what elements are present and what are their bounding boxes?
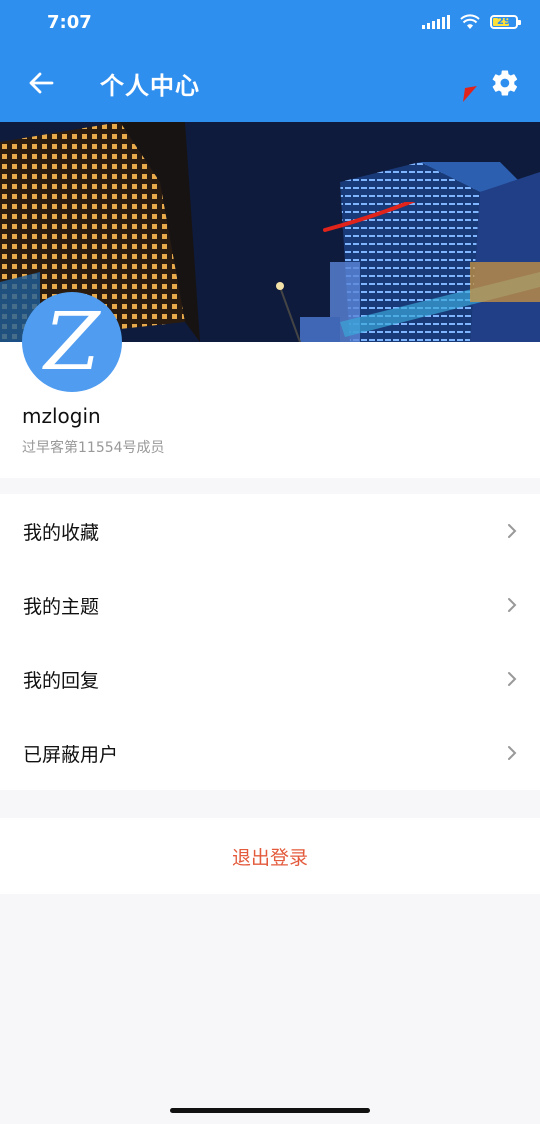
battery-level: 29 — [497, 16, 511, 27]
battery-icon: 29 — [490, 15, 521, 29]
chevron-right-icon — [508, 746, 517, 760]
logout-button[interactable]: 退出登录 — [0, 818, 540, 894]
menu-item-favorites[interactable]: 我的收藏 — [0, 494, 540, 568]
gear-icon — [492, 70, 518, 96]
page-title: 个人中心 — [100, 72, 200, 100]
chevron-right-icon — [508, 524, 517, 538]
signal-icon — [422, 15, 450, 29]
menu-item-label: 我的收藏 — [23, 521, 100, 544]
avatar-letter: Z — [44, 295, 100, 388]
avatar[interactable]: Z — [22, 292, 122, 392]
menu-item-topics[interactable]: 我的主题 — [0, 568, 540, 642]
arrow-left-icon — [29, 72, 54, 94]
chevron-right-icon — [508, 672, 517, 686]
menu-item-label: 我的回复 — [23, 669, 100, 692]
menu-item-replies[interactable]: 我的回复 — [0, 642, 540, 716]
home-indicator[interactable] — [170, 1108, 370, 1113]
chevron-right-icon — [508, 598, 517, 612]
settings-button[interactable] — [488, 66, 522, 100]
status-time: 7:07 — [47, 12, 92, 33]
status-icons: 29 — [422, 14, 521, 30]
menu-item-blocked-users[interactable]: 已屏蔽用户 — [0, 716, 540, 790]
username: mzlogin — [22, 404, 101, 428]
wifi-icon — [460, 14, 480, 29]
member-number: 过早客第11554号成员 — [22, 440, 165, 456]
logout-label: 退出登录 — [231, 846, 308, 869]
back-button[interactable] — [24, 66, 58, 100]
annotation-arrow-head — [463, 86, 477, 102]
menu-item-label: 已屏蔽用户 — [23, 743, 119, 766]
menu-item-label: 我的主题 — [23, 595, 100, 618]
annotation-arrow — [323, 202, 416, 232]
menu-list: 我的收藏 我的主题 我的回复 已屏蔽用户 — [0, 494, 540, 790]
